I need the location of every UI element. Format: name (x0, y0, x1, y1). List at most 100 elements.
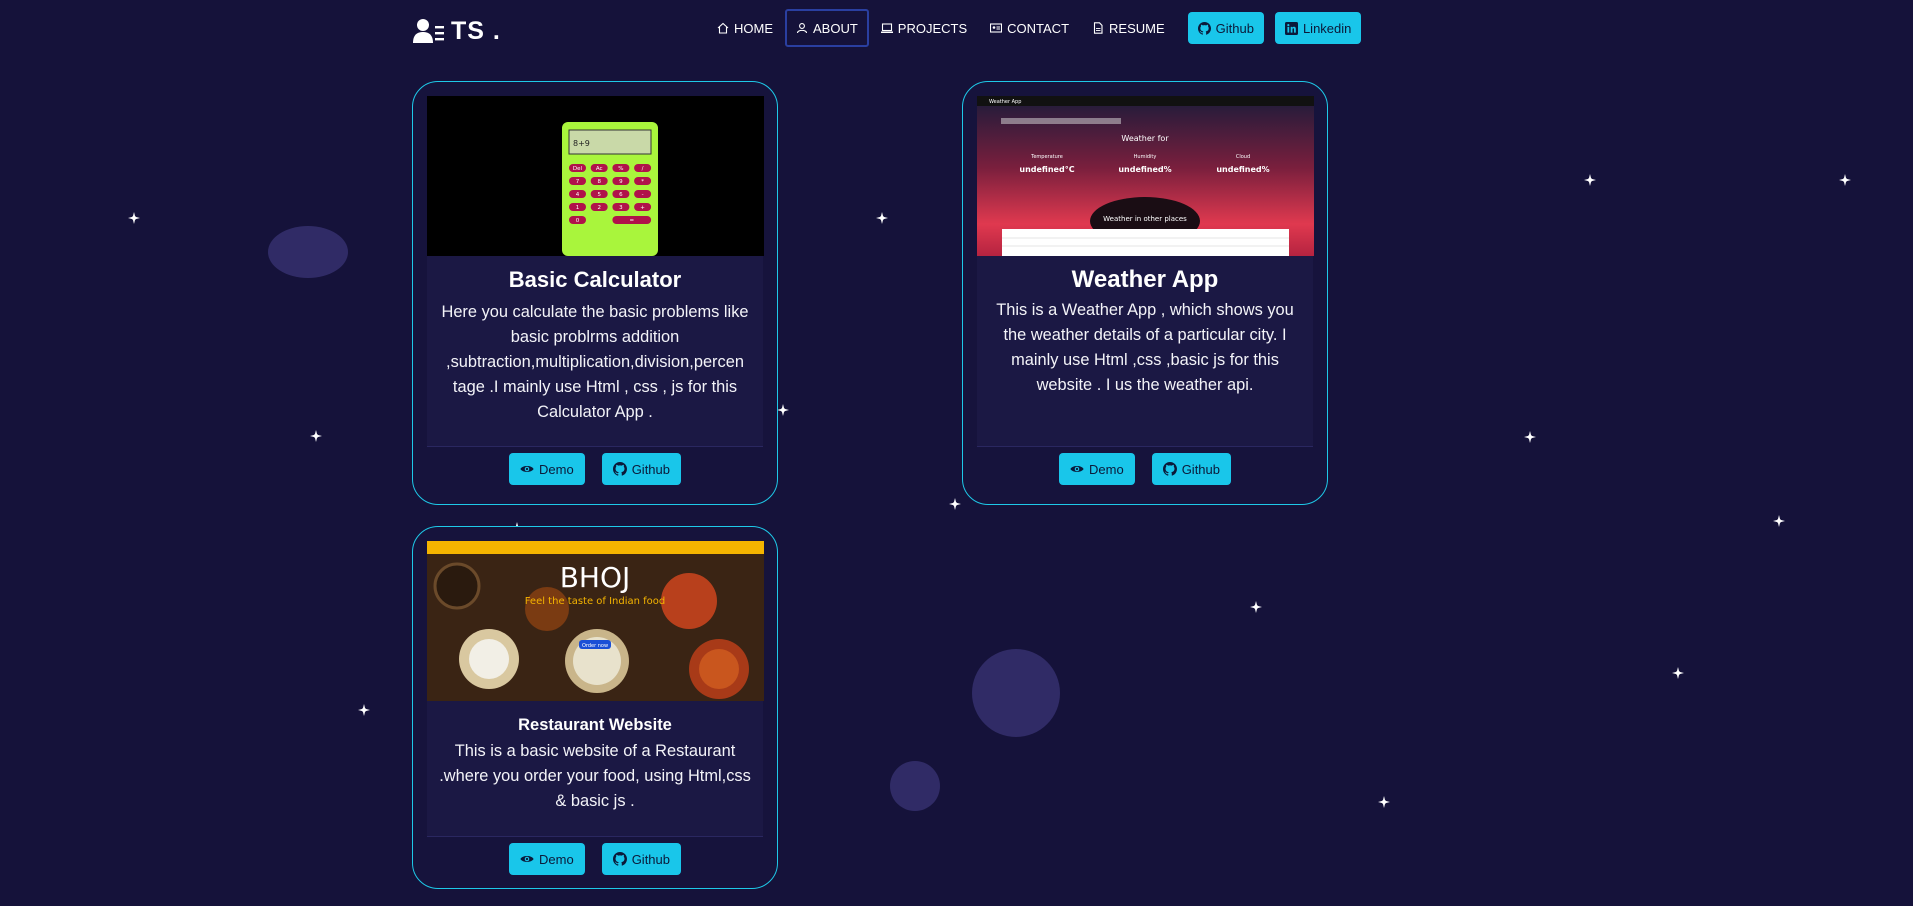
top-nav: HOME ABOUT PROJECTS CONTACT RESUME Githu… (706, 9, 1362, 47)
bubble (972, 649, 1060, 737)
weather-heading: Weather for (1121, 134, 1169, 143)
nav-projects-label: PROJECTS (897, 20, 968, 36)
nav-contact-label: CONTACT (1007, 20, 1070, 36)
calculator-key-label: 3 (619, 205, 623, 211)
calculator-key-label: * (641, 179, 644, 185)
demo-label: Demo (539, 851, 574, 867)
star (1584, 174, 1596, 186)
restaurant-tagline: Feel the taste of Indian food (525, 596, 666, 607)
star (949, 498, 961, 510)
calculator-key-label: % (618, 166, 623, 172)
card-footer: Demo Github (977, 446, 1313, 485)
github-label: Github (631, 461, 670, 477)
eye-icon (520, 856, 534, 862)
user-icon (796, 23, 808, 34)
calculator-key-label: 6 (619, 192, 623, 198)
project-title: Weather App (1071, 266, 1219, 293)
file-icon (1093, 22, 1103, 34)
github-button[interactable]: Github (1151, 453, 1231, 485)
github-label: Github (1181, 461, 1220, 477)
star (1250, 601, 1262, 613)
calculator-key-label: 2 (597, 205, 601, 211)
star (1773, 515, 1785, 527)
weather-col: Temperature (1030, 154, 1063, 160)
calculator-key-label: 9 (619, 179, 623, 185)
weather-value: undefined% (1118, 165, 1171, 174)
eye-icon (520, 466, 534, 472)
project-card-weather: Weather App Weather for Temperature Humi… (962, 81, 1328, 505)
weather-subheading: Weather in other places (1103, 215, 1187, 223)
star (358, 704, 370, 716)
demo-label: Demo (1089, 461, 1124, 477)
restaurant-brand: BHOJ (560, 561, 631, 594)
project-card-calculator: 8+9 Del Ac% / 7 8 9 * 4 5 6 - 1 2 3 +0 = Basic Calculat… (412, 81, 778, 505)
restaurant-cta: Order now (582, 643, 608, 649)
nav-linkedin-label: Linkedin (1302, 20, 1352, 36)
calculator-key-label: Ac (596, 166, 603, 172)
calculator-key-label: 4 (576, 192, 580, 198)
project-description: This is a Weather App , which shows you … (996, 301, 1294, 394)
nav-projects[interactable]: PROJECTS (870, 9, 978, 47)
calculator-key-label: 0 (576, 218, 580, 224)
weather-col: Humidity (1134, 154, 1157, 160)
calculator-key-label: 5 (597, 192, 601, 198)
project-description: Here you calculate the basic problems li… (441, 303, 749, 421)
calculator-key-label: + (640, 205, 645, 211)
nav-github-label: Github (1215, 20, 1254, 36)
demo-button[interactable]: Demo (509, 453, 585, 485)
user-list-icon (413, 19, 444, 43)
calculator-display: 8+9 (573, 139, 590, 148)
calculator-key-label: 7 (576, 179, 580, 185)
project-title: Basic Calculator (508, 267, 682, 292)
calculator-key-label: - (642, 192, 644, 198)
brand-name: TS . (451, 16, 501, 45)
nav-about-label: ABOUT (813, 20, 858, 36)
calculator-key-label: / (642, 166, 644, 172)
calculator-key-label: 1 (576, 205, 580, 211)
starry-background (128, 174, 1851, 811)
linkedin-icon (1284, 21, 1298, 35)
star (310, 430, 322, 442)
nav-linkedin-button[interactable]: Linkedin (1274, 12, 1362, 44)
star (777, 404, 789, 416)
bubble (890, 761, 940, 811)
card-footer: Demo Github (427, 836, 763, 875)
github-icon (1197, 21, 1211, 35)
weather-value: undefined% (1216, 165, 1269, 174)
nav-about[interactable]: ABOUT (785, 9, 869, 47)
weather-screenshot: Weather App Weather for Temperature Humi… (977, 96, 1314, 256)
project-card-restaurant: BHOJ Feel the taste of Indian food Order… (412, 526, 778, 889)
bubble (268, 226, 348, 278)
star (876, 212, 888, 224)
nav-contact[interactable]: CONTACT (979, 9, 1080, 47)
id-card-icon (990, 23, 1003, 33)
weather-col: Cloud (1236, 154, 1250, 160)
nav-resume[interactable]: RESUME (1081, 9, 1176, 47)
home-icon (717, 22, 729, 34)
demo-button[interactable]: Demo (509, 843, 585, 875)
demo-button[interactable]: Demo (1059, 453, 1135, 485)
nav-home[interactable]: HOME (706, 9, 784, 47)
brand-logo[interactable]: TS . (413, 16, 501, 46)
weather-app-name: Weather App (989, 99, 1021, 105)
laptop-icon (880, 23, 893, 33)
calculator-key-label: 8 (597, 179, 601, 185)
card-body: Restaurant Website This is a basic websi… (427, 701, 763, 836)
calculator-screenshot: 8+9 Del Ac% / 7 8 9 * 4 5 6 - 1 2 3 +0 = (427, 96, 764, 256)
github-button[interactable]: Github (601, 453, 681, 485)
star (128, 212, 140, 224)
calculator-key-label: = (629, 218, 634, 224)
project-title: Restaurant Website (518, 716, 672, 734)
weather-value: undefined°C (1019, 165, 1074, 174)
star (1672, 667, 1684, 679)
nav-resume-label: RESUME (1109, 20, 1165, 36)
github-button[interactable]: Github (601, 843, 681, 875)
project-description: This is a basic website of a Restaurant … (439, 742, 751, 810)
card-footer: Demo Github (427, 446, 763, 485)
github-icon (612, 852, 627, 866)
github-icon (1162, 462, 1177, 476)
restaurant-screenshot: BHOJ Feel the taste of Indian food Order… (427, 541, 764, 701)
demo-label: Demo (539, 461, 574, 477)
calculator-key-label: Del (573, 166, 583, 172)
nav-github-button[interactable]: Github (1187, 12, 1264, 44)
